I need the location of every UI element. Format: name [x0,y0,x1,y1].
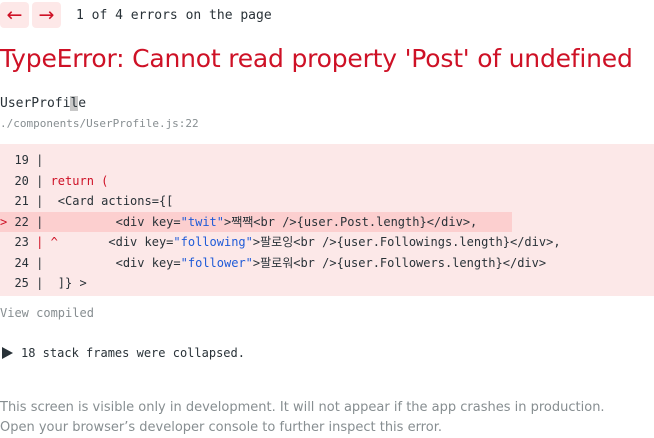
arrow-right-icon: → [38,4,55,26]
code-frame: 19 | 20 | return ( 21 | <Card actions={[… [0,144,654,296]
code-line: 20 | return ( [14,173,109,188]
footer-note: This screen is visible only in developme… [0,398,605,438]
previous-error-button[interactable]: ← [0,2,29,28]
error-count: 1 of 4 errors on the page [76,7,272,23]
code-line: 25 | ]} > [14,276,87,290]
footer-line-2: Open your browser’s developer console to… [0,420,442,435]
error-title: TypeError: Cannot read property 'Post' o… [0,44,633,73]
view-compiled-link[interactable]: View compiled [0,306,94,320]
triangle-right-icon [2,347,13,359]
collapsed-frames-toggle[interactable]: 18 stack frames were collapsed. [0,346,245,360]
code-line: 21 | <Card actions={[ [14,194,174,208]
file-path-link[interactable]: ./components/UserProfile.js:22 [0,117,199,130]
next-error-button[interactable]: → [32,2,61,28]
collapsed-frames-label: 18 stack frames were collapsed. [21,346,245,360]
arrow-left-icon: ← [6,4,23,26]
code-line: 19 | [14,153,44,167]
footer-line-1: This screen is visible only in developme… [0,400,605,415]
code-line-highlighted: > 22 | <div key="twit">짹짹<br />{user.Pos… [0,211,512,232]
code-line: 24 | <div key="follower">팔로워<br />{user.… [14,255,547,270]
component-name: UserProfile [0,96,87,111]
code-line: 23 | ^ <div key="following">팔로잉<br />{us… [14,235,561,249]
error-navigation: ← → 1 of 4 errors on the page [0,2,272,28]
